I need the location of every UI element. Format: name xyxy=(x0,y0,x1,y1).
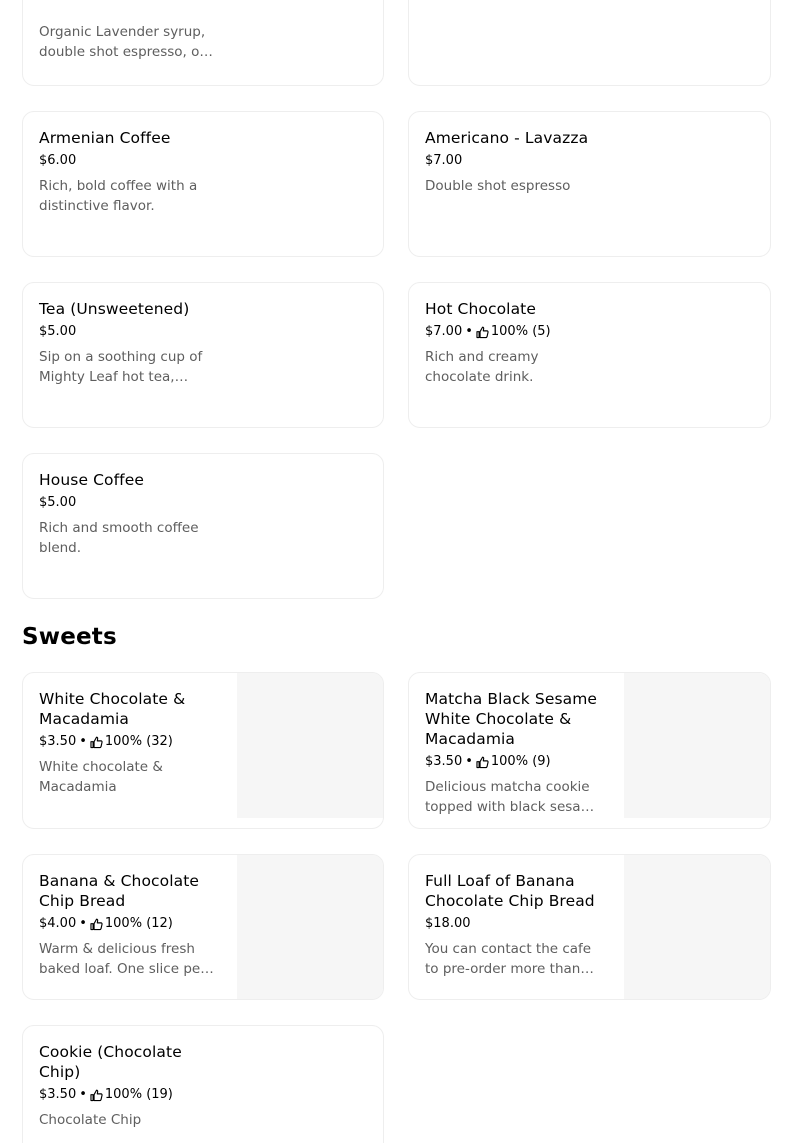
menu-item-card[interactable]: Americano - Lavazza $7.00 Double shot es… xyxy=(408,111,771,257)
menu-item-description: Warm & delicious fresh baked loaf. One s… xyxy=(39,941,206,977)
menu-item-body: Americano - Lavazza $7.00 Double shot es… xyxy=(425,128,625,196)
menu-item-description: White chocolate & Macadamia xyxy=(39,759,163,795)
menu-item-rating: 100% (5) xyxy=(490,324,551,339)
menu-item-body: White Chocolate & Macadamia $3.50 • 100%… xyxy=(39,689,219,797)
menu-item-meta: $3.50 • 100% (32) xyxy=(39,734,219,750)
meta-separator: • xyxy=(465,324,473,339)
menu-item-body: Cookie (Chocolate Chip) $3.50 • 100% (19… xyxy=(39,1042,219,1130)
menu-item-image xyxy=(624,855,770,999)
menu-item-rating: 100% (9) xyxy=(490,754,551,769)
menu-item-description: Organic Lavender syrup, double shot espr… xyxy=(39,24,213,60)
menu-item-description: Chocolate Chip xyxy=(39,1112,142,1128)
menu-item-meta: $3.50 • 100% (9) xyxy=(425,754,605,770)
menu-item-body: Tea (Unsweetened) $5.00 Sip on a soothin… xyxy=(39,299,219,387)
thumbs-up-icon xyxy=(90,736,103,748)
menu-item-card[interactable]: Armenian Coffee $6.00 Rich, bold coffee … xyxy=(22,111,384,257)
menu-item-description: Rich and creamy chocolate drink. xyxy=(425,349,539,385)
menu-item-card[interactable]: Full Loaf of Banana Chocolate Chip Bread… xyxy=(408,854,771,1000)
menu-item-description: Double shot espresso xyxy=(425,178,571,194)
menu-item-name: Full Loaf of Banana Chocolate Chip Bread xyxy=(425,872,595,910)
menu-item-meta: $18.00 xyxy=(425,916,605,932)
meta-separator: • xyxy=(79,1087,87,1102)
menu-item-price: $7.00 xyxy=(425,153,463,168)
menu-item-card[interactable]: Cookie (Chocolate Chip) $3.50 • 100% (19… xyxy=(22,1025,384,1143)
thumbs-up-icon xyxy=(90,918,103,930)
menu-item-rating: 100% (19) xyxy=(104,1087,173,1102)
menu-item-image xyxy=(237,673,383,818)
menu-item-price: $18.00 xyxy=(425,916,471,931)
meta-separator: • xyxy=(79,734,87,749)
menu-item-price: $5.00 xyxy=(39,324,77,339)
menu-item-price: $3.50 xyxy=(39,1087,77,1102)
menu-item-body: Banana & Chocolate Chip Bread $4.00 • 10… xyxy=(39,871,219,979)
menu-item-name: Armenian Coffee xyxy=(39,129,171,147)
section-title-sweets: Sweets xyxy=(22,624,117,650)
thumbs-up-icon xyxy=(476,326,489,338)
menu-item-name: Americano - Lavazza xyxy=(425,129,589,147)
menu-item-name: House Coffee xyxy=(39,471,144,489)
menu-item-price: $7.00 xyxy=(425,324,463,339)
menu-item-description: Rich, bold coffee with a distinctive fla… xyxy=(39,178,198,214)
menu-item-name: Banana & Chocolate Chip Bread xyxy=(39,872,200,910)
menu-item-price: $4.00 xyxy=(39,916,77,931)
menu-item-body: Full Loaf of Banana Chocolate Chip Bread… xyxy=(425,871,605,979)
menu-item-price: $3.50 xyxy=(425,754,463,769)
menu-item-name: White Chocolate & Macadamia xyxy=(39,690,186,728)
menu-item-card[interactable]: Organic Lavender syrup, double shot espr… xyxy=(22,0,384,86)
menu-item-description: You can contact the cafe to pre-order mo… xyxy=(425,941,592,977)
menu-item-meta: $7.00 • 100% (5) xyxy=(425,324,605,340)
menu-item-card[interactable] xyxy=(408,0,771,86)
menu-item-rating: 100% (32) xyxy=(104,734,173,749)
menu-item-name: Matcha Black Sesame White Chocolate & Ma… xyxy=(425,690,598,748)
menu-item-card[interactable]: Hot Chocolate $7.00 • 100% (5) Rich and … xyxy=(408,282,771,428)
menu-item-price: $6.00 xyxy=(39,153,77,168)
menu-item-card[interactable]: White Chocolate & Macadamia $3.50 • 100%… xyxy=(22,672,384,829)
menu-item-description: Sip on a soothing cup of Mighty Leaf hot… xyxy=(39,349,203,385)
menu-item-body: Organic Lavender syrup, double shot espr… xyxy=(39,15,219,62)
menu-page: Organic Lavender syrup, double shot espr… xyxy=(0,0,804,1143)
menu-item-meta: $6.00 xyxy=(39,153,219,169)
menu-item-price: $3.50 xyxy=(39,734,77,749)
menu-item-image xyxy=(624,673,770,818)
menu-item-body: Armenian Coffee $6.00 Rich, bold coffee … xyxy=(39,128,219,216)
menu-item-description: Delicious matcha cookie topped with blac… xyxy=(425,779,603,815)
menu-item-meta: $5.00 xyxy=(39,324,219,340)
menu-item-description: Rich and smooth coffee blend. xyxy=(39,520,199,556)
meta-separator: • xyxy=(79,916,87,931)
menu-item-meta: $7.00 xyxy=(425,153,625,169)
menu-item-meta: $4.00 • 100% (12) xyxy=(39,916,219,932)
menu-item-name: Tea (Unsweetened) xyxy=(39,300,190,318)
menu-item-meta: $5.00 xyxy=(39,495,219,511)
menu-item-name: Hot Chocolate xyxy=(425,300,536,318)
menu-item-rating: 100% (12) xyxy=(104,916,173,931)
thumbs-up-icon xyxy=(476,756,489,768)
menu-item-body: Matcha Black Sesame White Chocolate & Ma… xyxy=(425,689,605,817)
menu-item-price: $5.00 xyxy=(39,495,77,510)
menu-item-card[interactable]: Tea (Unsweetened) $5.00 Sip on a soothin… xyxy=(22,282,384,428)
meta-separator: • xyxy=(465,754,473,769)
menu-item-body: House Coffee $5.00 Rich and smooth coffe… xyxy=(39,470,219,558)
menu-item-image xyxy=(237,855,383,999)
menu-item-card[interactable]: House Coffee $5.00 Rich and smooth coffe… xyxy=(22,453,384,599)
thumbs-up-icon xyxy=(90,1089,103,1101)
menu-item-card[interactable]: Matcha Black Sesame White Chocolate & Ma… xyxy=(408,672,771,829)
menu-item-body: Hot Chocolate $7.00 • 100% (5) Rich and … xyxy=(425,299,605,387)
menu-item-name: Cookie (Chocolate Chip) xyxy=(39,1043,182,1081)
menu-item-meta: $3.50 • 100% (19) xyxy=(39,1087,219,1103)
menu-item-card[interactable]: Banana & Chocolate Chip Bread $4.00 • 10… xyxy=(22,854,384,1000)
